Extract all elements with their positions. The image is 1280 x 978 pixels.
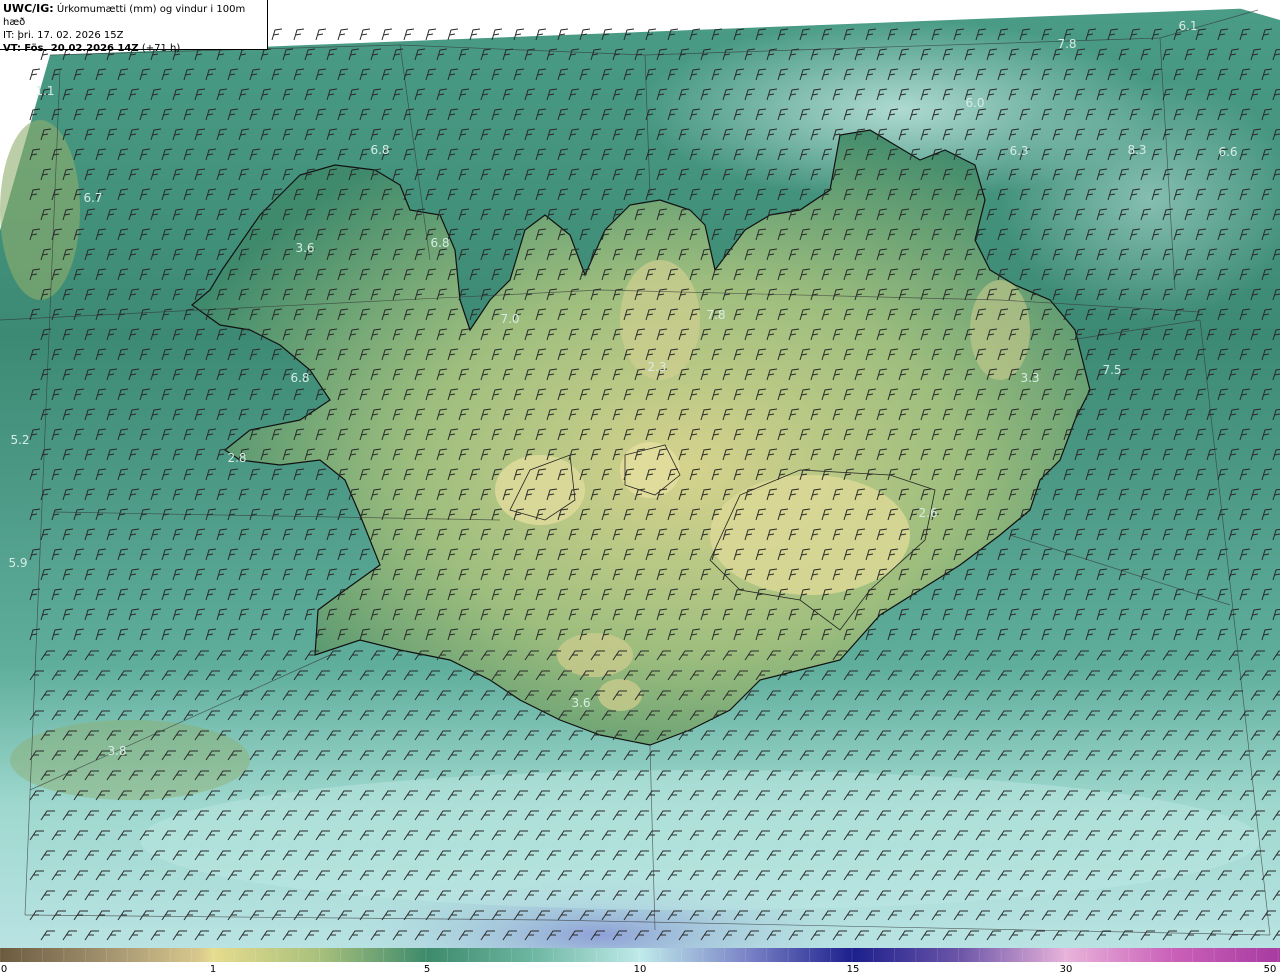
precip-value-label: 3.3 [1020,371,1040,385]
colorbar-tick-label: 5 [423,964,431,975]
precip-value-label: 3.8 [107,744,127,758]
wind-barb [359,28,371,41]
wind-barb [337,28,349,41]
init-prefix: IT: [3,30,15,41]
wind-barb [425,28,437,41]
valid-prefix: VT: [3,43,22,54]
colorbar-tick-label: 15 [846,964,860,975]
precip-value-label: 1.1 [35,84,55,98]
precip-value-label: 6.7 [83,191,103,205]
valid-time: Fös. 20.02.2026 14Z [24,43,139,54]
wind-barb [293,28,305,41]
precip-value-label: 3.6 [295,241,315,255]
precip-value-label: 6.8 [370,143,390,157]
precip-value-label: 6.1 [1178,19,1198,33]
precip-value-label: 5.2 [10,433,30,447]
precip-value-label: 5.9 [8,556,28,570]
colorbar-tick-label: 30 [1059,964,1073,975]
colorbar-strip [0,948,1280,962]
precip-value-label: 6.0 [965,96,985,110]
highland-east [970,280,1030,380]
precip-value-label: 8.3 [1127,143,1147,157]
wind-barb [381,28,393,41]
precip-value-label: 2.6 [918,506,938,520]
map [0,0,1280,948]
precip-value-label: 2.3 [647,360,667,374]
colorbar: 0 1 5 10 15 30 50 [0,948,1280,978]
init-time: þri. 17. 02. 2026 15Z [17,30,124,41]
precip-value-label: 7.0 [500,312,520,326]
colorbar-gradient [0,948,1280,962]
precip-value-label: 7.5 [1102,363,1122,377]
precip-value-label: 2.8 [227,451,247,465]
lead-time: (+71 h) [141,43,181,54]
colorbar-tick-label: 50 [1263,964,1277,975]
precip-value-label: 6.8 [290,371,310,385]
model-code: UWC/IG: [3,2,54,15]
precip-value-label: 7.8 [1057,37,1077,51]
wind-barb [271,28,283,41]
wind-barb [403,28,415,41]
precip-value-label: 6.8 [430,236,450,250]
colorbar-tick-label: 0 [0,964,8,975]
map-header: UWC/IG: Úrkomumætti (mm) og vindur i 100… [0,0,268,54]
precip-value-label: 6.3 [1009,144,1029,158]
wind-barb [447,28,459,41]
colorbar-tick-label: 10 [633,964,647,975]
wind-barb [315,28,327,41]
precip-value-label: 3.6 [571,696,591,710]
colorbar-tick-label: 1 [209,964,217,975]
precip-value-label: 6.6 [1218,145,1238,159]
precip-value-label: 7.8 [706,308,726,322]
